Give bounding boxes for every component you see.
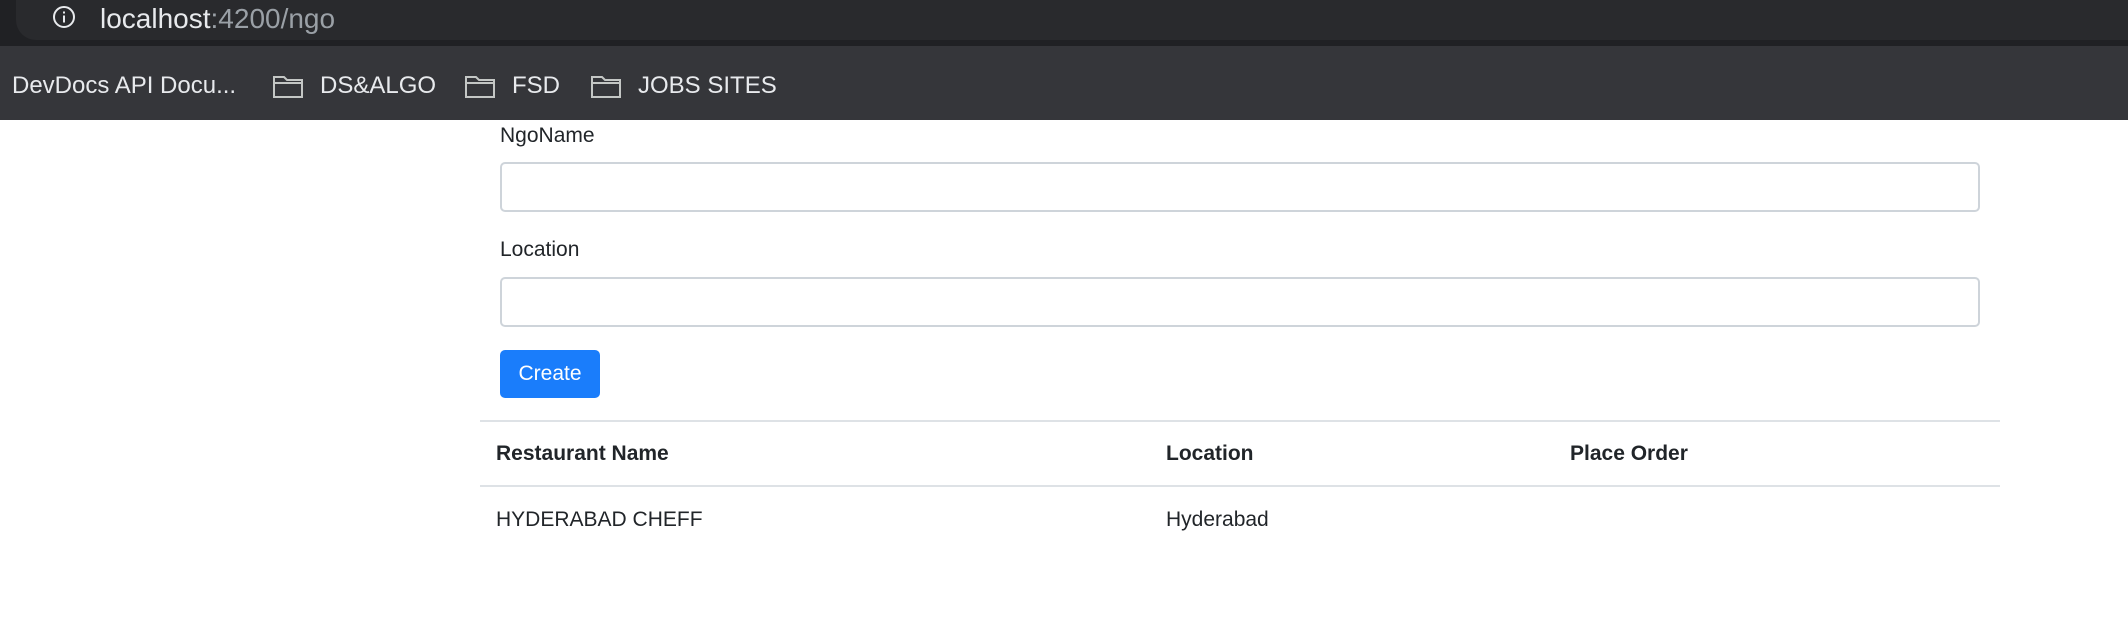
bookmark-folder-jobs-sites[interactable]: JOBS SITES — [590, 66, 777, 106]
bookmark-label: DevDocs API Docu... — [12, 72, 237, 99]
ngo-name-input[interactable] — [500, 162, 1980, 212]
cell-location: Hyderabad — [1166, 508, 1269, 531]
bookmark-label: DS&ALGO — [320, 72, 437, 99]
create-button[interactable]: Create — [500, 350, 600, 398]
cell-restaurant-name: HYDERABAD CHEFF — [496, 508, 703, 531]
table-header-border — [480, 485, 2000, 487]
url-host: localhost — [100, 3, 211, 34]
table-top-border — [480, 420, 2000, 422]
address-bar-strip: localhost:4200/ngo — [0, 0, 2128, 46]
location-label: Location — [500, 238, 580, 261]
folder-icon — [591, 76, 621, 98]
ngo-name-label: NgoName — [500, 124, 595, 147]
header-restaurant-name: Restaurant Name — [496, 442, 669, 465]
bookmark-devdocs[interactable]: DevDocs API Docu... — [12, 66, 236, 106]
folder-icon — [465, 76, 495, 98]
info-icon[interactable] — [52, 5, 76, 29]
url-text[interactable]: localhost:4200/ngo — [100, 2, 335, 36]
location-input[interactable] — [500, 277, 1980, 327]
bookmark-label: JOBS SITES — [638, 72, 777, 99]
bookmark-folder-fsd[interactable]: FSD — [464, 66, 560, 106]
bookmark-folder-ds-algo[interactable]: DS&ALGO — [272, 66, 436, 106]
header-place-order: Place Order — [1570, 442, 1688, 465]
address-bar[interactable]: localhost:4200/ngo — [16, 0, 2128, 40]
bookmark-label: FSD — [512, 72, 560, 99]
header-location: Location — [1166, 442, 1254, 465]
browser-chrome: localhost:4200/ngo DevDocs API Docu... D… — [0, 0, 2128, 120]
folder-icon — [273, 76, 303, 98]
url-path: :4200/ngo — [210, 3, 336, 34]
